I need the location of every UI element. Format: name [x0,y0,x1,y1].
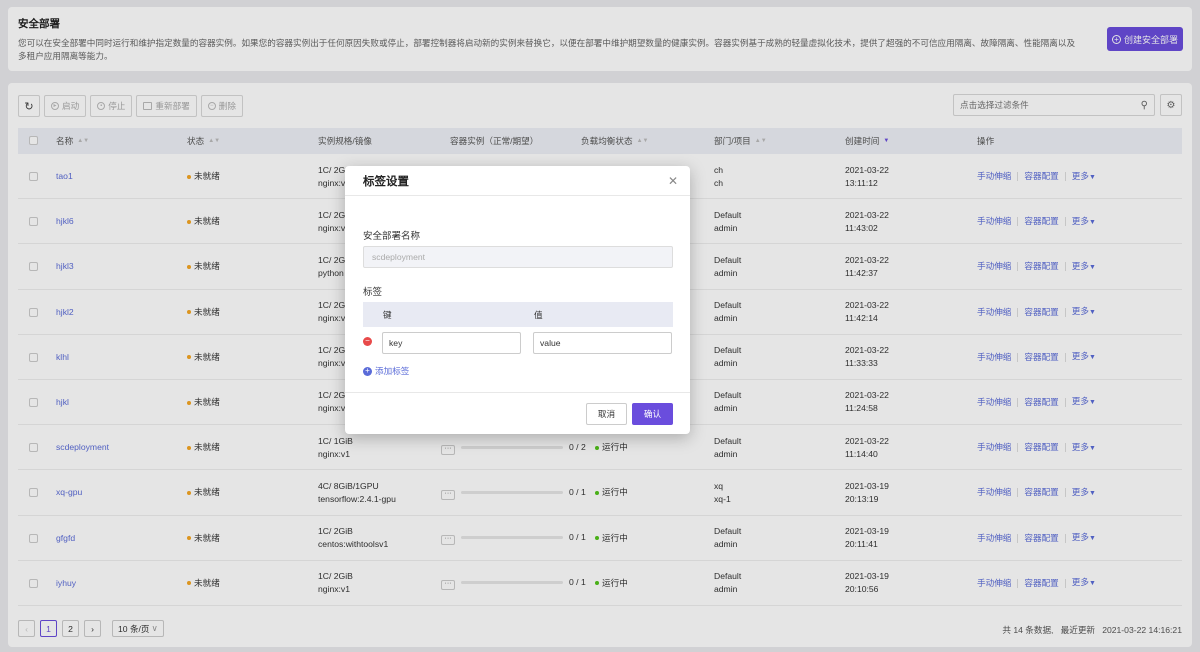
cancel-button[interactable]: 取消 [586,403,627,425]
tags-label: 标签 [363,287,383,298]
dialog-footer-divider [345,392,690,393]
dialog-title: 标签设置 [363,175,409,188]
value-header: 值 [534,310,543,320]
add-tag-button[interactable]: + 添加标签 [363,365,409,377]
tags-table-header: 键 值 [363,302,673,327]
close-icon[interactable]: ✕ [668,174,678,188]
deployment-name-input: scdeployment [363,246,673,268]
dialog-header: 标签设置 ✕ [345,166,690,196]
key-header: 键 [383,310,392,320]
tag-settings-dialog: 标签设置 ✕ 安全部署名称 scdeployment 标签 键 值 − key … [345,166,690,434]
tag-key-input[interactable]: key [382,332,521,354]
deployment-name-label: 安全部署名称 [363,231,421,242]
confirm-button[interactable]: 确认 [632,403,673,425]
plus-circle-icon: + [363,366,372,376]
tag-value-input[interactable]: value [533,332,672,354]
remove-tag-icon[interactable]: − [363,337,372,346]
